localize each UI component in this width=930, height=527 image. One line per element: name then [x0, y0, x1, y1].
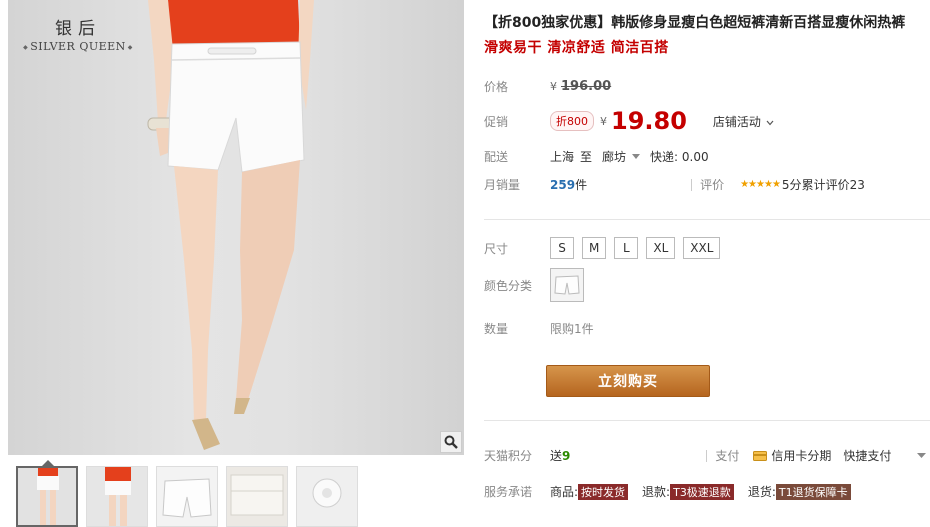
service-goods-label: 商品: — [550, 485, 579, 499]
thumbnail-strip — [16, 466, 358, 527]
chevron-down-icon — [766, 120, 774, 125]
thumbnail-1[interactable] — [16, 466, 78, 527]
model-illustration — [147, 0, 314, 450]
credit-installment-label: 信用卡分期 — [771, 449, 832, 463]
divider — [691, 178, 693, 191]
section-divider-2 — [484, 420, 930, 421]
points-value: 9 — [562, 448, 571, 463]
shipping-from: 上海 — [550, 150, 575, 164]
thumbnail-5[interactable] — [296, 466, 358, 527]
on-time-delivery-badge[interactable]: 按时发货 — [578, 483, 629, 500]
section-divider — [484, 219, 930, 220]
shipping-row: 配送 上海 至 廊坊 快递: 0.00 — [484, 148, 709, 165]
brand-name-cn: 银后 — [55, 19, 101, 39]
review-total-link[interactable]: 累计评价23 — [802, 176, 865, 193]
caret-down-icon[interactable] — [917, 453, 927, 458]
destination-city: 廊坊 — [602, 150, 627, 164]
points-label: 天猫积分 — [484, 449, 533, 463]
thumbnail-2[interactable] — [86, 466, 148, 527]
size-option-xxl[interactable]: XXL — [683, 237, 721, 259]
shipping-label: 配送 — [484, 150, 509, 164]
price-label: 价格 — [484, 80, 509, 94]
express-fee: 快递: 0.00 — [650, 150, 709, 164]
size-row: 尺寸 S M L XL XXL — [484, 237, 721, 259]
service-return-label: 退货: — [747, 485, 776, 499]
thumbnail-4[interactable] — [226, 466, 288, 527]
product-gallery: 银后 SILVER QUEEN — [0, 0, 468, 527]
purchase-limit: 限购1件 — [550, 322, 594, 336]
price-row: 价格 ¥ 196.00 — [484, 78, 611, 95]
original-price: 196.00 — [561, 79, 612, 94]
fast-refund-badge[interactable]: T3极速退款 — [670, 483, 734, 500]
service-label: 服务承诺 — [484, 485, 533, 499]
price-currency: ¥ — [550, 80, 557, 93]
promo-currency: ¥ — [600, 114, 607, 128]
caret-down-icon — [632, 154, 641, 159]
size-option-s[interactable]: S — [550, 237, 574, 259]
zoom-button[interactable] — [440, 431, 462, 453]
divider — [706, 449, 708, 462]
shipping-to-word: 至 — [580, 150, 593, 164]
size-option-l[interactable]: L — [614, 237, 639, 259]
points-row: 天猫积分 送 9 支付 信用卡分期 快捷支付 — [484, 447, 927, 464]
brand-name-en: SILVER QUEEN — [18, 40, 138, 53]
promo-price: 19.80 — [611, 107, 687, 135]
shop-activity-dropdown[interactable]: 店铺活动 — [713, 113, 774, 130]
brand-logo: 银后 SILVER QUEEN — [18, 14, 138, 53]
quick-pay-label[interactable]: 快捷支付 — [843, 447, 891, 464]
rating-stars: ★★★★★ — [740, 179, 781, 190]
sales-unit: 件 — [575, 178, 588, 192]
destination-selector[interactable]: 廊坊 — [602, 148, 641, 165]
sales-row: 月销量 259 件 评价 ★★★★★ 5分 累计评价23 — [484, 176, 865, 193]
size-label: 尺寸 — [484, 241, 509, 256]
quantity-label: 数量 — [484, 322, 509, 336]
color-label: 颜色分类 — [484, 278, 533, 293]
color-row: 颜色分类 — [484, 268, 584, 302]
credit-installment[interactable]: 信用卡分期 — [753, 447, 831, 464]
product-title: 【折800独家优惠】韩版修身显瘦白色超短裤清新百搭显瘦休闲热裤 — [484, 15, 906, 31]
sales-label: 月销量 — [484, 178, 521, 192]
quantity-row: 数量 限购1件 — [484, 320, 594, 337]
main-product-image[interactable]: 银后 SILVER QUEEN — [8, 0, 464, 455]
size-option-m[interactable]: M — [582, 237, 607, 259]
buy-now-button[interactable]: 立刻购买 — [546, 365, 710, 397]
product-subtitle: 滑爽易干 清凉舒适 简洁百搭 — [484, 40, 669, 56]
color-swatch-white[interactable] — [550, 268, 584, 302]
promo-row: 促销 折800 ¥ 19.80 店铺活动 — [484, 107, 774, 135]
product-info-panel: 【折800独家优惠】韩版修身显瘦白色超短裤清新百搭显瘦休闲热裤 滑爽易干 清凉舒… — [484, 0, 930, 527]
review-label: 评价 — [700, 178, 725, 192]
points-give: 送 — [550, 449, 563, 463]
promo-tag: 折800 — [550, 111, 594, 131]
service-refund-label: 退款: — [642, 485, 671, 499]
service-row: 服务承诺 商品: 按时发货 退款: T3极速退款 退货: T1退货保障卡 — [484, 483, 851, 500]
payment-label: 支付 — [715, 449, 740, 463]
credit-card-icon — [753, 450, 768, 461]
thumbnail-3[interactable] — [156, 466, 218, 527]
shop-activity-label: 店铺活动 — [712, 114, 761, 129]
return-guarantee-badge[interactable]: T1退货保障卡 — [775, 483, 851, 500]
size-options: S M L XL XXL — [550, 237, 721, 259]
sales-count: 259 — [550, 177, 576, 192]
size-option-xl[interactable]: XL — [646, 237, 676, 259]
rating-score: 5分 — [781, 178, 802, 192]
magnifier-icon — [444, 435, 458, 449]
promo-label: 促销 — [484, 114, 509, 129]
